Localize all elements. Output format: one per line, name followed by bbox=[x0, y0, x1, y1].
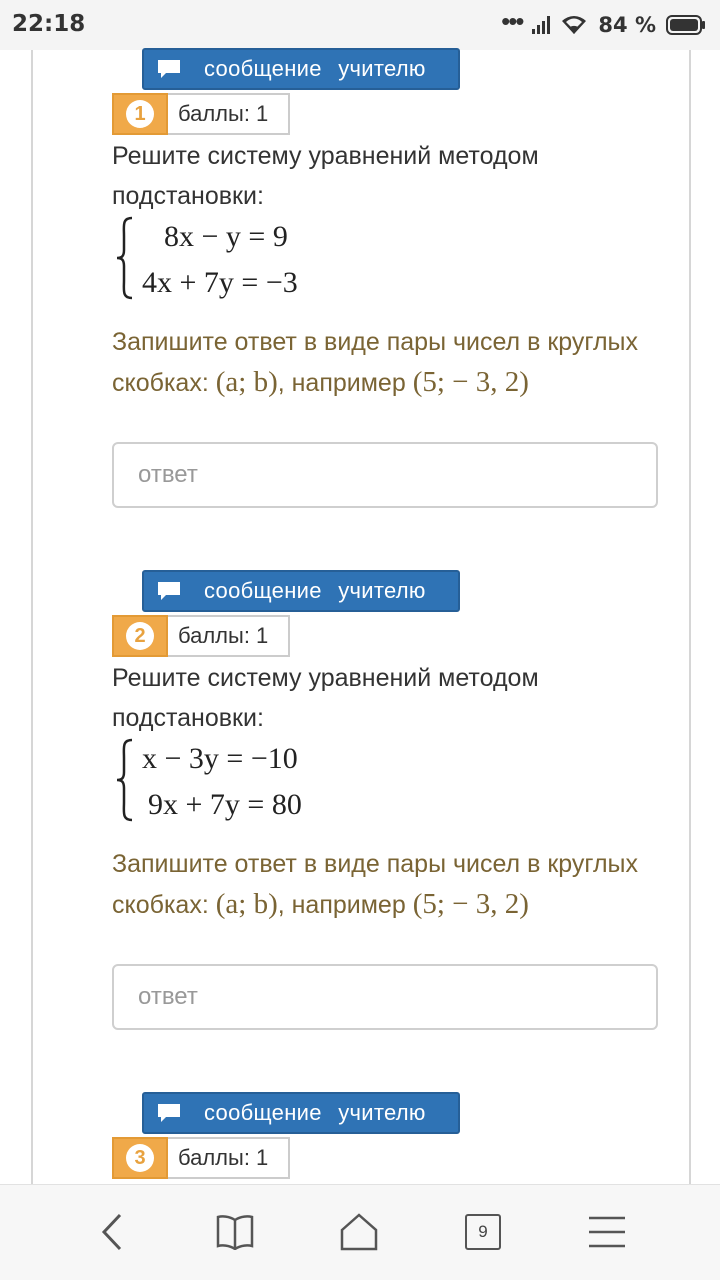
task-score: баллы: 1 bbox=[168, 1137, 290, 1179]
task-question: Решите систему уравнений методом подстан… bbox=[112, 142, 539, 210]
home-button[interactable] bbox=[334, 1207, 384, 1257]
chat-icon bbox=[158, 582, 180, 600]
answer-hint: Запишите ответ в виде пары чисел в кругл… bbox=[112, 322, 658, 403]
chat-icon bbox=[158, 60, 180, 78]
equation-1: 8x − y = 9 bbox=[164, 220, 288, 253]
hint-example: (5; − 3, 2) bbox=[412, 366, 529, 398]
task-number-badge: 3 bbox=[112, 1137, 168, 1179]
task-number-badge: 1 bbox=[112, 93, 168, 135]
message-teacher-button[interactable]: сообщение учителю bbox=[142, 1092, 460, 1134]
status-time: 22:18 bbox=[12, 11, 86, 37]
answer-hint: Запишите ответ в виде пары чисел в кругл… bbox=[112, 844, 658, 925]
signal-icon bbox=[532, 16, 551, 34]
back-button[interactable] bbox=[88, 1207, 138, 1257]
task-header: 1 баллы: 1 bbox=[112, 93, 290, 135]
status-bar: 22:18 ••• 84 % bbox=[0, 0, 720, 50]
task-score: баллы: 1 bbox=[168, 615, 290, 657]
wifi-icon bbox=[560, 14, 588, 36]
tabs-button[interactable]: 9 bbox=[458, 1207, 508, 1257]
hint-example: (5; − 3, 2) bbox=[412, 888, 529, 920]
task-question: Решите систему уравнений методом подстан… bbox=[112, 664, 539, 732]
task-header: 2 баллы: 1 bbox=[112, 615, 290, 657]
message-button-label: сообщение учителю bbox=[204, 578, 426, 603]
task-header: 3 баллы: 1 bbox=[112, 1137, 290, 1179]
brace-icon bbox=[116, 216, 133, 300]
tabs-icon: 9 bbox=[465, 1214, 501, 1250]
bookmarks-button[interactable] bbox=[210, 1207, 260, 1257]
task-number-badge: 2 bbox=[112, 615, 168, 657]
task-score: баллы: 1 bbox=[168, 93, 290, 135]
back-icon bbox=[101, 1213, 122, 1251]
bookmarks-icon bbox=[216, 1215, 254, 1250]
answer-input[interactable] bbox=[112, 442, 658, 508]
home-icon bbox=[340, 1213, 378, 1251]
hint-format: (a; b) bbox=[215, 366, 278, 398]
menu-icon bbox=[589, 1216, 625, 1248]
message-button-label: сообщение учителю bbox=[204, 56, 426, 81]
message-teacher-button[interactable]: сообщение учителю bbox=[142, 48, 460, 90]
status-icons: ••• 84 % bbox=[501, 6, 706, 40]
hint-format: (a; b) bbox=[215, 888, 278, 920]
equation-1: x − 3y = −10 bbox=[142, 742, 298, 775]
answer-input[interactable] bbox=[112, 964, 658, 1030]
message-button-label: сообщение учителю bbox=[204, 1100, 426, 1125]
equation-2: 4x + 7y = −3 bbox=[142, 266, 298, 299]
task-number: 3 bbox=[126, 1144, 154, 1172]
battery-icon bbox=[666, 15, 706, 35]
equation-system: 8x − y = 9 4x + 7y = −3 bbox=[112, 216, 532, 308]
task-number: 2 bbox=[126, 622, 154, 650]
brace-icon bbox=[116, 738, 133, 822]
message-teacher-button[interactable]: сообщение учителю bbox=[142, 570, 460, 612]
more-notifications-icon: ••• bbox=[501, 6, 524, 36]
hint-middle: , например bbox=[277, 891, 406, 919]
menu-button[interactable] bbox=[582, 1207, 632, 1257]
equation-2: 9x + 7y = 80 bbox=[148, 788, 302, 821]
hint-middle: , например bbox=[277, 369, 406, 397]
task-number: 1 bbox=[126, 100, 154, 128]
equation-system: x − 3y = −10 9x + 7y = 80 bbox=[112, 738, 532, 830]
chat-icon bbox=[158, 1104, 180, 1122]
battery-percent: 84 % bbox=[598, 13, 656, 37]
bottom-nav: 9 bbox=[0, 1184, 720, 1280]
